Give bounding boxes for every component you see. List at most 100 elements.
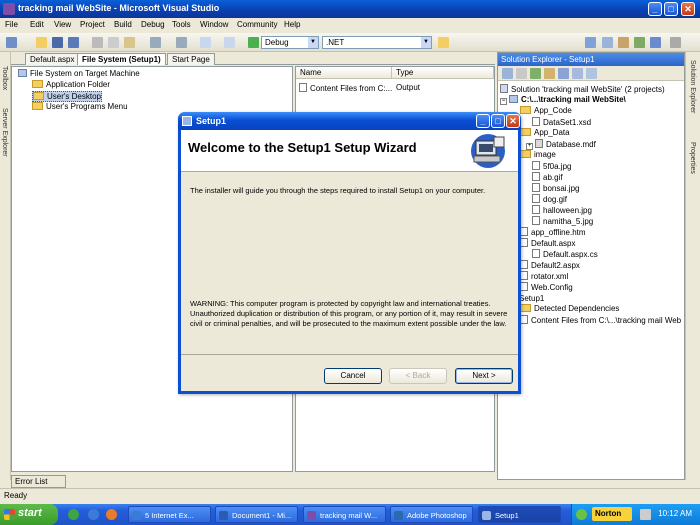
tree-item-users-desktop[interactable]: User's Desktop (32, 91, 102, 102)
show-all-files-icon[interactable] (516, 68, 527, 79)
file-dog-gif[interactable]: dog.gif (532, 194, 567, 204)
volume-icon[interactable] (640, 509, 651, 520)
solution-explorer-tab[interactable]: Solution Explorer (689, 60, 696, 113)
copy-icon[interactable] (108, 37, 119, 48)
dialog-maximize-button[interactable]: □ (491, 114, 505, 128)
file-default2-aspx[interactable]: Default2.aspx (520, 260, 580, 270)
solution-platform-select[interactable]: .NET ▼ (322, 36, 432, 49)
tree-item-users-programs-menu[interactable]: User's Programs Menu (32, 102, 128, 111)
menu-window[interactable]: Window (200, 20, 228, 29)
navigate-forward-icon[interactable] (224, 37, 235, 48)
norton-antivirus-icon[interactable]: Norton (592, 507, 632, 521)
internet-explorer-icon[interactable] (88, 509, 99, 520)
column-header-type[interactable]: Type (392, 67, 494, 79)
file-web-config[interactable]: Web.Config (520, 282, 573, 292)
column-header-name[interactable]: Name (296, 67, 392, 79)
website-project-node[interactable]: − C:\...\tracking mail WebSite\ (500, 95, 626, 105)
taskbar-item-photoshop[interactable]: Adobe Photoshop (390, 506, 473, 523)
dialog-close-button[interactable]: ✕ (506, 114, 520, 128)
wizard-banner: Welcome to the Setup1 Setup Wizard (181, 130, 518, 172)
list-item[interactable]: Content Files from C:... (299, 83, 392, 93)
cancel-button[interactable]: Cancel (324, 368, 382, 384)
paste-icon[interactable] (124, 37, 135, 48)
content-files-output[interactable]: Content Files from C:\...\tracking mail … (520, 315, 681, 325)
expand-icon[interactable]: + (526, 143, 533, 150)
start-debugging-icon[interactable] (248, 37, 259, 48)
file-namitha-5-jpg[interactable]: namitha_5.jpg (532, 216, 593, 226)
file-app-offline-htm[interactable]: app_offline.htm (520, 227, 586, 237)
tab-default-aspx[interactable]: Default.aspx (25, 53, 80, 65)
menu-debug[interactable]: Debug (141, 20, 165, 29)
taskbar-item-document1[interactable]: Document1 - Mi... (215, 506, 298, 523)
taskbar-item-setup1[interactable]: Setup1 (478, 506, 561, 523)
menu-tools[interactable]: Tools (172, 20, 191, 29)
tree-root[interactable]: File System on Target Machine (18, 69, 140, 78)
html-file-icon (520, 227, 528, 236)
solution-explorer-icon[interactable] (585, 37, 596, 48)
file-default-aspx-cs[interactable]: Default.aspx.cs (532, 249, 598, 259)
refresh-icon[interactable] (530, 68, 541, 79)
open-file-icon[interactable] (36, 37, 47, 48)
back-button[interactable]: < Back (389, 368, 447, 384)
file-database-mdf[interactable]: + Database.mdf (526, 139, 596, 150)
file-default-aspx[interactable]: Default.aspx (520, 238, 575, 248)
next-button[interactable]: Next > (455, 368, 513, 384)
taskbar-item-internet-explorer[interactable]: 5 Internet Ex... (128, 506, 211, 523)
taskbar-item-visual-studio[interactable]: tracking mail W... (303, 506, 386, 523)
start-button[interactable]: start (0, 504, 58, 525)
menu-file[interactable]: File (5, 20, 18, 29)
tray-app-icon[interactable] (576, 509, 587, 520)
start-page-icon[interactable] (650, 37, 661, 48)
folder-detected-dependencies[interactable]: Detected Dependencies (520, 304, 619, 313)
registry-editor-icon[interactable] (572, 68, 583, 79)
solution-node[interactable]: Solution 'tracking mail WebSite' (2 proj… (500, 84, 665, 94)
file-ab-gif[interactable]: ab.gif (532, 172, 563, 182)
file-5f0a-jpg[interactable]: 5f0a.jpg (532, 161, 571, 171)
server-explorer-tab[interactable]: Server Explorer (1, 108, 8, 157)
tree-item-application-folder[interactable]: Application Folder (32, 80, 110, 89)
toolbox-tab[interactable]: Toolbox (1, 66, 8, 90)
redo-icon[interactable] (176, 37, 187, 48)
save-all-icon[interactable] (68, 37, 79, 48)
navigate-icon[interactable] (200, 37, 211, 48)
dialog-minimize-button[interactable]: _ (476, 114, 490, 128)
menu-view[interactable]: View (54, 20, 71, 29)
more-tools-icon[interactable] (670, 37, 681, 48)
cut-icon[interactable] (92, 37, 103, 48)
menu-help[interactable]: Help (284, 20, 300, 29)
maximize-button[interactable]: □ (664, 2, 678, 16)
close-button[interactable]: ✕ (681, 2, 695, 16)
menu-project[interactable]: Project (80, 20, 105, 29)
system-tray: Norton 10:12 AM (571, 504, 700, 525)
folder-app-code[interactable]: App_Code (520, 106, 572, 115)
undo-icon[interactable] (150, 37, 161, 48)
object-browser-icon[interactable] (618, 37, 629, 48)
menu-build[interactable]: Build (114, 20, 132, 29)
properties-icon[interactable] (602, 37, 613, 48)
find-in-files-icon[interactable] (438, 37, 449, 48)
quick-launch-icon[interactable] (106, 509, 117, 520)
solution-config-select[interactable]: Debug ▼ (261, 36, 319, 49)
tab-start-page[interactable]: Start Page (167, 53, 215, 65)
toolbox-icon[interactable] (634, 37, 645, 48)
file-editor-icon[interactable] (558, 68, 569, 79)
folder-image[interactable]: image (520, 150, 556, 159)
menu-community[interactable]: Community (237, 20, 277, 29)
show-desktop-icon[interactable] (68, 509, 79, 520)
view-designer-icon[interactable] (544, 68, 555, 79)
error-list-tab[interactable]: Error List (11, 475, 66, 488)
save-icon[interactable] (52, 37, 63, 48)
minimize-button[interactable]: _ (648, 2, 662, 16)
file-rotator-xml[interactable]: rotator.xml (520, 271, 568, 281)
new-project-icon[interactable] (6, 37, 17, 48)
file-dataset1-xsd[interactable]: DataSet1.xsd (532, 117, 591, 127)
file-bonsai-jpg[interactable]: bonsai.jpg (532, 183, 579, 193)
properties-tab[interactable]: Properties (689, 142, 696, 174)
properties-icon[interactable] (502, 68, 513, 79)
folder-app-data[interactable]: App_Data (520, 128, 570, 137)
file-types-editor-icon[interactable] (586, 68, 597, 79)
file-halloween-jpg[interactable]: halloween.jpg (532, 205, 592, 215)
menu-edit[interactable]: Edit (30, 20, 44, 29)
tab-file-system-setup1[interactable]: File System (Setup1) (77, 53, 166, 65)
collapse-icon[interactable]: − (500, 98, 507, 105)
